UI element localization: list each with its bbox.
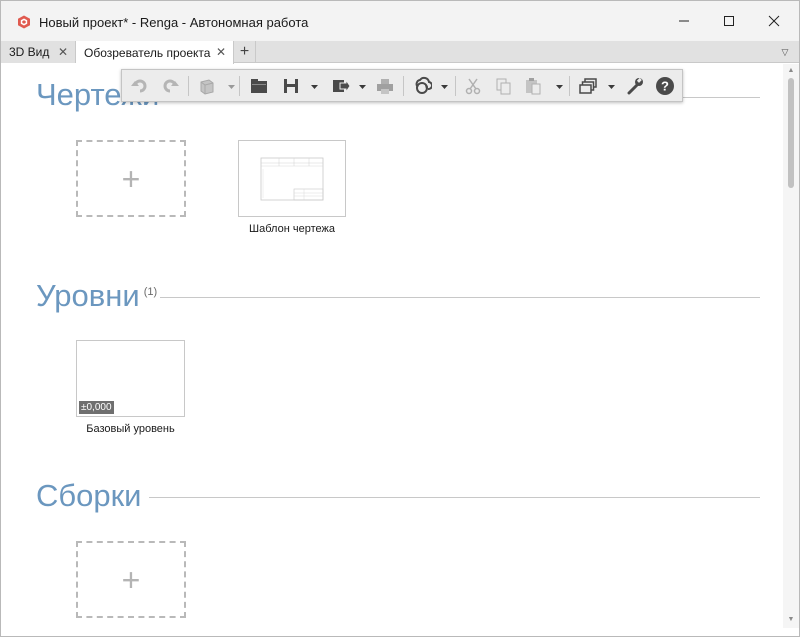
tab-overflow-icon[interactable]: ▽ [777, 41, 793, 63]
copy-button[interactable] [490, 74, 516, 98]
scroll-up-icon[interactable]: ▲ [787, 67, 795, 75]
sync-button[interactable] [408, 74, 436, 98]
undo-icon [131, 79, 147, 93]
add-tab-button[interactable]: + [234, 41, 256, 63]
paste-button[interactable] [520, 74, 546, 98]
open-button[interactable] [246, 74, 272, 98]
maximize-button[interactable] [706, 1, 752, 41]
toolbar-separator [403, 76, 404, 96]
print-icon [377, 79, 393, 94]
scrollbar-thumb[interactable] [788, 78, 794, 188]
redo-icon [163, 79, 179, 93]
toolbar-separator [239, 76, 240, 96]
save-icon [284, 79, 298, 93]
section-title-text: Уровни [36, 278, 140, 313]
minimize-button[interactable] [661, 1, 707, 41]
close-window-button[interactable] [751, 1, 797, 41]
tab-3d-view[interactable]: 3D Вид ✕ [1, 41, 76, 63]
chevron-down-icon[interactable] [359, 84, 366, 90]
windows-icon [579, 78, 597, 94]
levels-count: (1) [143, 285, 158, 298]
toolbar-separator [455, 76, 456, 96]
vertical-scrollbar[interactable]: ▲ ▼ [783, 64, 799, 628]
close-icon [768, 15, 780, 27]
drawing-template-label: Шаблон чертежа [249, 223, 335, 235]
section-divider [160, 297, 760, 298]
drawing-template-thumbnail[interactable] [238, 140, 346, 217]
renga-app-icon [18, 15, 30, 29]
chevron-down-icon[interactable] [441, 84, 448, 90]
help-icon: ? [656, 77, 674, 95]
settings-wrench-icon [627, 77, 643, 95]
undo-button[interactable] [128, 74, 152, 98]
add-drawing-button[interactable]: + [76, 140, 186, 217]
chevron-down-icon[interactable] [311, 84, 318, 90]
add-assembly-button[interactable]: + [76, 541, 186, 618]
app-window: Новый проект* - Renga - Автономная работ… [0, 0, 800, 637]
floating-toolbar: ? [121, 69, 683, 102]
toolbar-separator [188, 76, 189, 96]
minimize-icon [679, 20, 689, 22]
svg-text:?: ? [661, 79, 669, 94]
3d-view-icon [200, 79, 214, 95]
help-button[interactable]: ? [652, 74, 678, 98]
3d-view-button[interactable] [194, 74, 220, 98]
tab-close-icon[interactable]: ✕ [216, 46, 226, 58]
base-level-label: Базовый уровень [86, 423, 175, 435]
paste-icon [526, 78, 541, 95]
tab-label: 3D Вид [9, 45, 50, 59]
chevron-down-icon[interactable] [608, 84, 615, 90]
level-elevation-badge: ±0,000 [79, 401, 114, 414]
redo-button[interactable] [158, 74, 182, 98]
print-button[interactable] [372, 74, 398, 98]
plus-icon: + [121, 561, 141, 598]
toolbar-separator [569, 76, 570, 96]
drawing-sheet-preview [260, 157, 324, 201]
tab-close-icon[interactable]: ✕ [58, 46, 68, 58]
section-title-assemblies: Сборки [36, 478, 142, 513]
cut-icon [465, 78, 481, 95]
tab-label: Обозреватель проекта [84, 45, 211, 60]
base-level-thumbnail[interactable]: ±0,000 [76, 340, 185, 417]
save-button[interactable] [278, 74, 304, 98]
tab-bar: 3D Вид ✕ Обозреватель проекта ✕ + ▽ [1, 41, 799, 64]
sync-icon [415, 76, 432, 94]
window-title: Новый проект* - Renga - Автономная работ… [39, 15, 309, 30]
copy-icon [496, 78, 511, 95]
chevron-down-icon[interactable] [228, 84, 235, 90]
settings-button[interactable] [622, 74, 648, 98]
cut-button[interactable] [460, 74, 486, 98]
chevron-down-icon[interactable] [556, 84, 563, 90]
project-explorer-content: Чертежи + Шаблон чертежа Уровни (1) ±0,0… [1, 64, 783, 628]
section-divider [149, 497, 760, 498]
windows-button[interactable] [574, 74, 602, 98]
scroll-down-icon[interactable]: ▼ [787, 616, 795, 624]
maximize-icon [724, 16, 734, 26]
title-bar[interactable]: Новый проект* - Renga - Автономная работ… [1, 1, 799, 41]
open-folder-icon [251, 79, 267, 93]
section-title-levels: Уровни (1) [36, 278, 157, 314]
plus-icon: + [121, 160, 141, 197]
export-icon [333, 78, 350, 94]
tab-project-explorer[interactable]: Обозреватель проекта ✕ [76, 41, 234, 64]
export-button[interactable] [327, 74, 353, 98]
